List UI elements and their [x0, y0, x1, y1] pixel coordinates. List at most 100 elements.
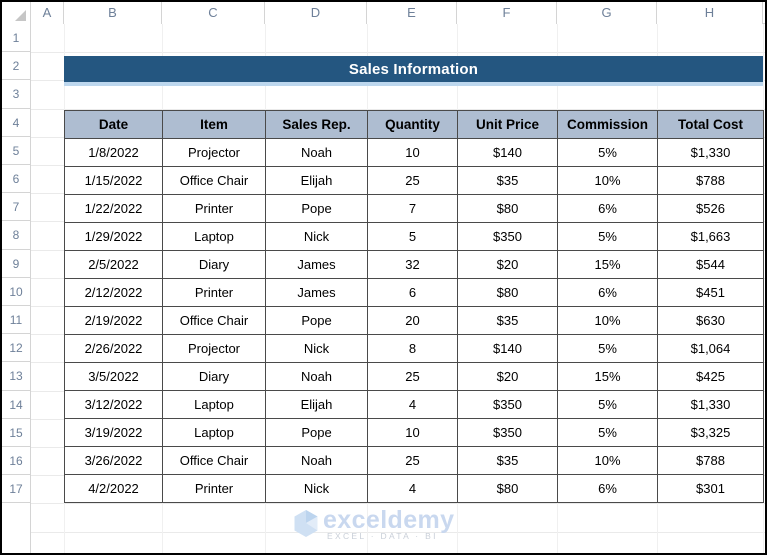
- row-header-13[interactable]: 13: [2, 362, 30, 391]
- table-cell-unit-price[interactable]: $20: [457, 249, 558, 279]
- table-cell-quantity[interactable]: 4: [367, 473, 458, 503]
- table-cell-item[interactable]: Diary: [162, 249, 266, 279]
- column-header-g[interactable]: G: [557, 2, 657, 24]
- table-cell-date[interactable]: 4/2/2022: [64, 473, 163, 503]
- column-header-f[interactable]: F: [457, 2, 557, 24]
- table-cell-commission[interactable]: 10%: [557, 445, 658, 475]
- table-cell-commission[interactable]: 15%: [557, 249, 658, 279]
- table-row[interactable]: 1/8/2022 Projector Noah 10 $140 5% $1,330: [64, 137, 764, 167]
- table-cell-total-cost[interactable]: $3,325: [657, 417, 764, 447]
- table-cell-date[interactable]: 1/8/2022: [64, 137, 163, 167]
- table-cell-quantity[interactable]: 20: [367, 305, 458, 335]
- row-header-9[interactable]: 9: [2, 249, 30, 278]
- table-cell-unit-price[interactable]: $35: [457, 445, 558, 475]
- table-cell-total-cost[interactable]: $1,663: [657, 221, 764, 251]
- table-cell-commission[interactable]: 5%: [557, 417, 658, 447]
- table-row[interactable]: 3/5/2022 Diary Noah 25 $20 15% $425: [64, 361, 764, 391]
- row-header-2[interactable]: 2: [2, 52, 30, 81]
- table-cell-unit-price[interactable]: $80: [457, 277, 558, 307]
- table-cell-unit-price[interactable]: $20: [457, 361, 558, 391]
- table-cell-item[interactable]: Office Chair: [162, 445, 266, 475]
- table-cell-total-cost[interactable]: $1,330: [657, 389, 764, 419]
- row-header-15[interactable]: 15: [2, 418, 30, 447]
- table-cell-sales-rep[interactable]: Pope: [265, 305, 368, 335]
- table-cell-item[interactable]: Laptop: [162, 417, 266, 447]
- row-header-12[interactable]: 12: [2, 334, 30, 363]
- table-cell-total-cost[interactable]: $1,064: [657, 333, 764, 363]
- table-cell-quantity[interactable]: 10: [367, 417, 458, 447]
- column-header-d[interactable]: D: [265, 2, 367, 24]
- table-cell-sales-rep[interactable]: Nick: [265, 473, 368, 503]
- table-cell-sales-rep[interactable]: Noah: [265, 137, 368, 167]
- table-cell-unit-price[interactable]: $350: [457, 417, 558, 447]
- table-row[interactable]: 3/19/2022 Laptop Pope 10 $350 5% $3,325: [64, 417, 764, 447]
- row-header-5[interactable]: 5: [2, 136, 30, 165]
- table-cell-commission[interactable]: 6%: [557, 193, 658, 223]
- table-cell-date[interactable]: 2/12/2022: [64, 277, 163, 307]
- table-cell-sales-rep[interactable]: James: [265, 277, 368, 307]
- column-header-e[interactable]: E: [367, 2, 457, 24]
- table-cell-unit-price[interactable]: $350: [457, 389, 558, 419]
- table-cell-total-cost[interactable]: $301: [657, 473, 764, 503]
- table-cell-date[interactable]: 1/29/2022: [64, 221, 163, 251]
- table-cell-item[interactable]: Printer: [162, 193, 266, 223]
- row-header-3[interactable]: 3: [2, 80, 30, 109]
- table-cell-unit-price[interactable]: $80: [457, 473, 558, 503]
- table-cell-sales-rep[interactable]: Nick: [265, 333, 368, 363]
- table-cell-sales-rep[interactable]: Noah: [265, 361, 368, 391]
- table-cell-quantity[interactable]: 5: [367, 221, 458, 251]
- table-cell-total-cost[interactable]: $526: [657, 193, 764, 223]
- table-cell-quantity[interactable]: 7: [367, 193, 458, 223]
- table-cell-total-cost[interactable]: $544: [657, 249, 764, 279]
- row-header-4[interactable]: 4: [2, 108, 30, 137]
- column-header-c[interactable]: C: [162, 2, 265, 24]
- table-cell-unit-price[interactable]: $35: [457, 305, 558, 335]
- table-cell-sales-rep[interactable]: Pope: [265, 417, 368, 447]
- table-cell-sales-rep[interactable]: James: [265, 249, 368, 279]
- row-header-17[interactable]: 17: [2, 475, 30, 504]
- table-cell-quantity[interactable]: 8: [367, 333, 458, 363]
- table-cell-quantity[interactable]: 6: [367, 277, 458, 307]
- select-all-corner[interactable]: [2, 2, 31, 24]
- table-cell-commission[interactable]: 6%: [557, 473, 658, 503]
- row-header-10[interactable]: 10: [2, 277, 30, 306]
- table-row[interactable]: 2/12/2022 Printer James 6 $80 6% $451: [64, 277, 764, 307]
- table-cell-total-cost[interactable]: $630: [657, 305, 764, 335]
- table-cell-commission[interactable]: 15%: [557, 361, 658, 391]
- table-row[interactable]: 1/15/2022 Office Chair Elijah 25 $35 10% $788: [64, 165, 764, 195]
- table-row[interactable]: 2/26/2022 Projector Nick 8 $140 5% $1,064: [64, 333, 764, 363]
- table-row[interactable]: 1/29/2022 Laptop Nick 5 $350 5% $1,663: [64, 221, 764, 251]
- column-header-a[interactable]: A: [31, 2, 64, 24]
- table-cell-item[interactable]: Office Chair: [162, 305, 266, 335]
- table-cell-item[interactable]: Projector: [162, 333, 266, 363]
- table-cell-item[interactable]: Projector: [162, 137, 266, 167]
- sales-information-title-banner[interactable]: Sales Information: [64, 56, 763, 83]
- table-cell-total-cost[interactable]: $1,330: [657, 137, 764, 167]
- row-header-6[interactable]: 6: [2, 165, 30, 194]
- table-cell-item[interactable]: Laptop: [162, 221, 266, 251]
- table-row[interactable]: 2/19/2022 Office Chair Pope 20 $35 10% $630: [64, 305, 764, 335]
- table-cell-commission[interactable]: 6%: [557, 277, 658, 307]
- table-cell-sales-rep[interactable]: Noah: [265, 445, 368, 475]
- table-row[interactable]: 1/22/2022 Printer Pope 7 $80 6% $526: [64, 193, 764, 223]
- table-cell-date[interactable]: 3/12/2022: [64, 389, 163, 419]
- table-cell-total-cost[interactable]: $788: [657, 165, 764, 195]
- table-row[interactable]: 4/2/2022 Printer Nick 4 $80 6% $301: [64, 473, 764, 503]
- table-cell-date[interactable]: 2/26/2022: [64, 333, 163, 363]
- table-cell-quantity[interactable]: 25: [367, 361, 458, 391]
- column-header-b[interactable]: B: [64, 2, 162, 24]
- column-header-h[interactable]: H: [657, 2, 763, 24]
- row-header-7[interactable]: 7: [2, 193, 30, 222]
- table-cell-item[interactable]: Diary: [162, 361, 266, 391]
- row-header-1[interactable]: 1: [2, 24, 30, 53]
- table-cell-date[interactable]: 3/5/2022: [64, 361, 163, 391]
- table-cell-item[interactable]: Laptop: [162, 389, 266, 419]
- table-cell-sales-rep[interactable]: Elijah: [265, 389, 368, 419]
- table-cell-commission[interactable]: 10%: [557, 305, 658, 335]
- table-cell-total-cost[interactable]: $425: [657, 361, 764, 391]
- table-cell-total-cost[interactable]: $451: [657, 277, 764, 307]
- table-cell-date[interactable]: 2/5/2022: [64, 249, 163, 279]
- table-cell-date[interactable]: 3/19/2022: [64, 417, 163, 447]
- table-row[interactable]: 3/26/2022 Office Chair Noah 25 $35 10% $788: [64, 445, 764, 475]
- table-cell-quantity[interactable]: 25: [367, 165, 458, 195]
